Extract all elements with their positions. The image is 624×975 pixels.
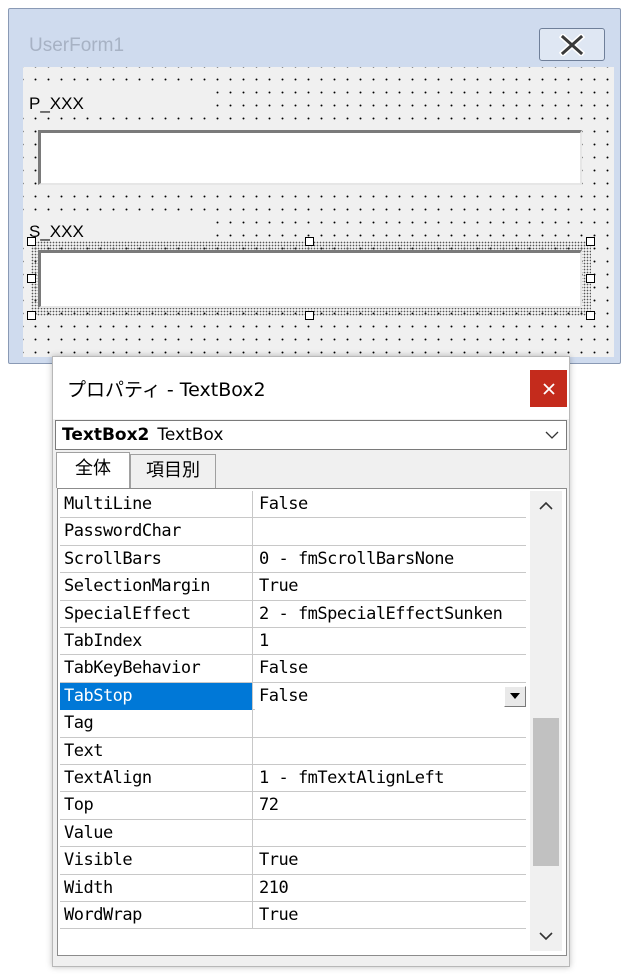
property-value[interactable]: 2 - fmSpecialEffectSunken [255,601,526,628]
property-row[interactable]: Top 72 [60,792,526,820]
properties-close-button[interactable] [530,370,567,407]
vertical-scrollbar[interactable] [530,491,562,951]
property-row[interactable]: WordWrap True [60,902,526,930]
property-name[interactable]: Tag [60,710,253,738]
property-row[interactable]: SpecialEffect 2 - fmSpecialEffectSunken [60,600,526,628]
property-name[interactable]: SelectionMargin [60,573,253,601]
property-row[interactable]: MultiLine False [60,491,526,519]
property-row[interactable]: ScrollBars 0 - fmScrollBarsNone [60,545,526,574]
property-row[interactable]: Visible True [60,847,526,875]
property-name[interactable]: WordWrap [60,902,253,929]
property-value[interactable]: True [255,573,526,600]
property-value[interactable] [255,738,526,765]
property-value[interactable]: False [255,491,526,518]
property-name[interactable]: SpecialEffect [60,600,253,628]
property-row[interactable]: TextAlign 1 - fmTextAlignLeft [60,765,526,793]
close-x-icon [559,33,585,56]
property-row[interactable]: Tag [60,710,526,738]
properties-window: プロパティ - TextBox2 TextBox2 TextBox 全体 項目別 … [52,356,570,967]
property-name[interactable]: TabIndex [60,628,253,655]
property-row[interactable]: TabKeyBehavior False [60,655,526,683]
property-name[interactable]: TextAlign [60,765,253,792]
resize-handle-bottom-center[interactable] [305,311,314,320]
property-row[interactable]: PasswordChar [60,518,526,546]
property-name[interactable]: PasswordChar [60,518,253,546]
object-name: TextBox2 [62,425,150,445]
resize-handle-top-right[interactable] [586,237,595,246]
property-list: MultiLine False PasswordChar ScrollBars 0 - … [60,491,526,951]
object-type: TextBox [157,425,224,445]
property-value[interactable]: False [255,682,526,710]
properties-title: プロパティ - TextBox2 [67,379,266,401]
property-name[interactable]: ScrollBars [60,545,253,573]
resize-handle-middle-right[interactable] [586,274,595,283]
property-name[interactable]: Visible [60,847,253,875]
property-row[interactable]: Value [60,819,526,848]
tab-alphabetic[interactable]: 全体 [56,452,130,488]
label-p-xxx[interactable]: P_XXX [23,88,215,116]
property-value[interactable]: 0 - fmScrollBarsNone [255,546,526,573]
property-name[interactable]: Text [60,737,253,765]
property-name[interactable]: TabKeyBehavior [60,655,253,683]
property-value[interactable]: True [255,902,526,929]
property-row[interactable]: Width 210 [60,874,526,902]
property-name[interactable]: TabStop [60,682,253,710]
property-name[interactable]: Top [60,792,253,820]
resize-handle-middle-left[interactable] [27,274,36,283]
object-selector[interactable]: TextBox2 TextBox [55,420,567,450]
dropdown-arrow-icon [510,693,520,700]
property-value[interactable] [255,710,526,737]
textbox-p-xxx[interactable] [38,130,582,185]
property-grid: MultiLine False PasswordChar ScrollBars 0 - … [57,488,567,956]
chevron-up-icon [539,501,553,510]
resize-handle-top-left[interactable] [27,237,36,246]
property-row[interactable]: SelectionMargin True [60,573,526,601]
chevron-down-icon [545,431,559,439]
property-value[interactable]: 1 - fmTextAlignLeft [255,765,526,792]
property-value[interactable] [255,820,526,847]
property-name[interactable]: MultiLine [60,491,253,518]
textbox-s-xxx[interactable] [38,250,582,308]
property-row[interactable]: TabIndex 1 [60,628,526,656]
userform-title: UserForm1 [29,35,125,56]
property-value[interactable]: 72 [255,792,526,819]
resize-handle-bottom-right[interactable] [586,311,595,320]
label-s-xxx[interactable]: S_XXX [23,212,215,241]
property-value[interactable]: 1 [255,628,526,655]
close-x-icon [542,382,555,395]
scroll-thumb[interactable] [533,717,559,866]
scroll-up-button[interactable] [530,491,562,521]
resize-handle-top-center[interactable] [305,237,314,246]
scroll-down-button[interactable] [530,921,562,951]
property-row[interactable]: Text [60,737,526,765]
value-dropdown-button[interactable] [504,685,526,707]
property-value[interactable]: False [255,655,526,682]
property-value[interactable] [255,518,526,545]
property-value[interactable]: 210 [255,875,526,902]
properties-titlebar[interactable]: プロパティ - TextBox2 [53,357,569,419]
userform-close-button[interactable] [539,28,605,61]
resize-handle-bottom-left[interactable] [27,311,36,320]
property-row[interactable]: TabStop False [60,682,526,711]
property-name[interactable]: Width [60,874,253,902]
tab-categorized[interactable]: 項目別 [130,454,216,488]
property-name[interactable]: Value [60,819,253,847]
chevron-down-icon [539,932,553,941]
property-value[interactable]: True [255,847,526,874]
